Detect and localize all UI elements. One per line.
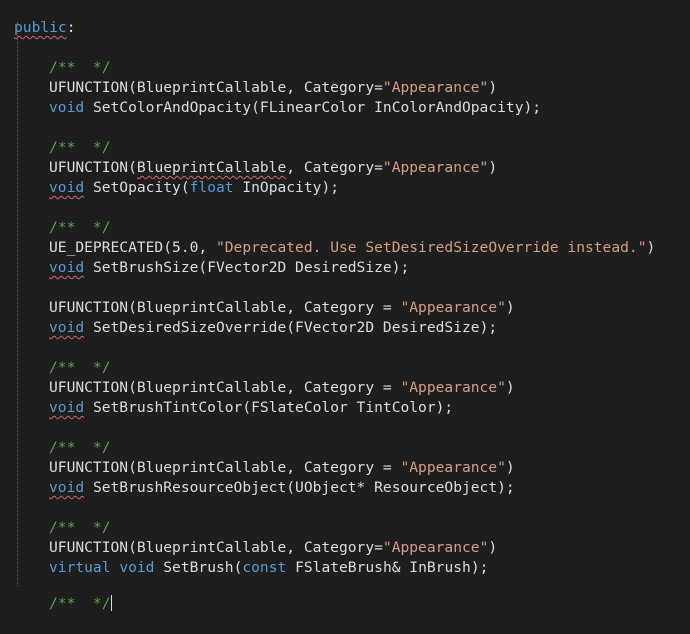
code-text: void SetDesiredSizeOverride(FVector2D De… [49, 318, 497, 338]
code-line-declaration[interactable]: virtual void SetBrush(const FSlateBrush&… [0, 538, 690, 576]
code-token: ( [180, 179, 190, 196]
code-token: ); [435, 399, 454, 416]
code-line-ufunction[interactable]: UFUNCTION(BlueprintCallable, Category = … [0, 278, 690, 316]
code-token: ( [286, 479, 296, 496]
code-token: ); [391, 259, 410, 276]
code-text: void SetOpacity(float InOpacity); [49, 178, 339, 198]
code-token: ); [497, 479, 515, 496]
code-token: ( [242, 399, 252, 416]
code-line-ufunction[interactable]: UFUNCTION(BlueprintCallable, Category = … [0, 358, 690, 396]
code-line-ufunction[interactable]: UFUNCTION(BlueprintCallable, Category="A… [0, 138, 690, 176]
code-text: void SetBrushTintColor(FSlateColor TintC… [49, 398, 453, 418]
code-token: ); [479, 319, 498, 336]
code-token: /** */ [49, 595, 111, 612]
code-line-ufunction[interactable]: UFUNCTION(BlueprintCallable, Category = … [0, 438, 690, 476]
code-line-declaration[interactable]: void SetBrushSize(FVector2D DesiredSize)… [0, 238, 690, 276]
code-token: void [49, 99, 85, 116]
code-text: void SetBrushResourceObject(UObject* Res… [49, 478, 515, 498]
code-token: FVector2D DesiredSize [295, 319, 480, 336]
code-line-ufunction[interactable]: UFUNCTION(BlueprintCallable, Category="A… [0, 58, 690, 96]
code-token: ( [198, 259, 208, 276]
code-line-declaration[interactable]: void SetDesiredSizeOverride(FVector2D De… [0, 298, 690, 336]
code-editor[interactable]: public: /** */ UFUNCTION(BlueprintCallab… [0, 0, 690, 612]
code-token: SetDesiredSizeOverride [92, 319, 287, 336]
code-token: ); [523, 99, 542, 116]
code-line-comment[interactable]: /** */ [0, 118, 690, 156]
code-token: void [49, 319, 85, 336]
code-token: FSlateColor TintColor [251, 399, 436, 416]
code-token: InOpacity [233, 179, 322, 196]
code-line-declaration[interactable]: void SetColorAndOpacity(FLinearColor InC… [0, 78, 690, 116]
code-line-ufunction[interactable]: UFUNCTION(BlueprintCallable, Category="A… [0, 518, 690, 556]
code-token: FLinearColor InColorAndOpacity [259, 99, 524, 116]
code-text: public: [14, 18, 76, 38]
code-line-declaration[interactable]: void SetBrushResourceObject(UObject* Res… [0, 458, 690, 496]
code-text: /** */ [49, 594, 112, 614]
code-text: void SetColorAndOpacity(FLinearColor InC… [49, 98, 541, 118]
code-text: void SetBrushSize(FVector2D DesiredSize)… [49, 258, 409, 278]
code-token: SetBrushTintColor [92, 399, 243, 416]
code-token: void [49, 259, 85, 276]
code-line-comment[interactable]: /** */ [0, 38, 690, 76]
code-token: void [49, 399, 85, 416]
code-line-comment[interactable]: /** */ [0, 498, 690, 536]
code-line-comment[interactable]: /** */ [0, 338, 690, 376]
code-line-declaration[interactable]: void SetOpacity(float InOpacity); [0, 158, 690, 196]
code-line-declaration[interactable]: void SetBrushTintColor(FSlateColor TintC… [0, 378, 690, 416]
code-line-comment-partial[interactable]: /** */ [0, 574, 690, 612]
code-token: SetBrushResourceObject [92, 479, 287, 496]
code-line-comment[interactable]: /** */ [0, 418, 690, 456]
code-token: SetBrushSize [92, 259, 199, 276]
code-line-comment[interactable]: /** */ [0, 198, 690, 236]
code-token: ); [321, 179, 340, 196]
code-token: ( [286, 319, 296, 336]
code-token: void [49, 179, 85, 196]
code-token: SetColorAndOpacity [92, 99, 252, 116]
public-keyword: public [14, 19, 67, 36]
code-token: : [66, 19, 76, 36]
text-caret [110, 595, 112, 611]
code-token: UObject* ResourceObject [295, 479, 498, 496]
code-token: FVector2D DesiredSize [207, 259, 392, 276]
code-token: float [189, 179, 234, 196]
code-line-deprecated[interactable]: UE_DEPRECATED(5.0, "Deprecated. Use SetD… [0, 218, 690, 256]
code-token: ( [251, 99, 260, 116]
code-token: SetOpacity [92, 179, 181, 196]
code-token: void [49, 479, 85, 496]
code-line-public[interactable]: public: [0, 0, 690, 36]
